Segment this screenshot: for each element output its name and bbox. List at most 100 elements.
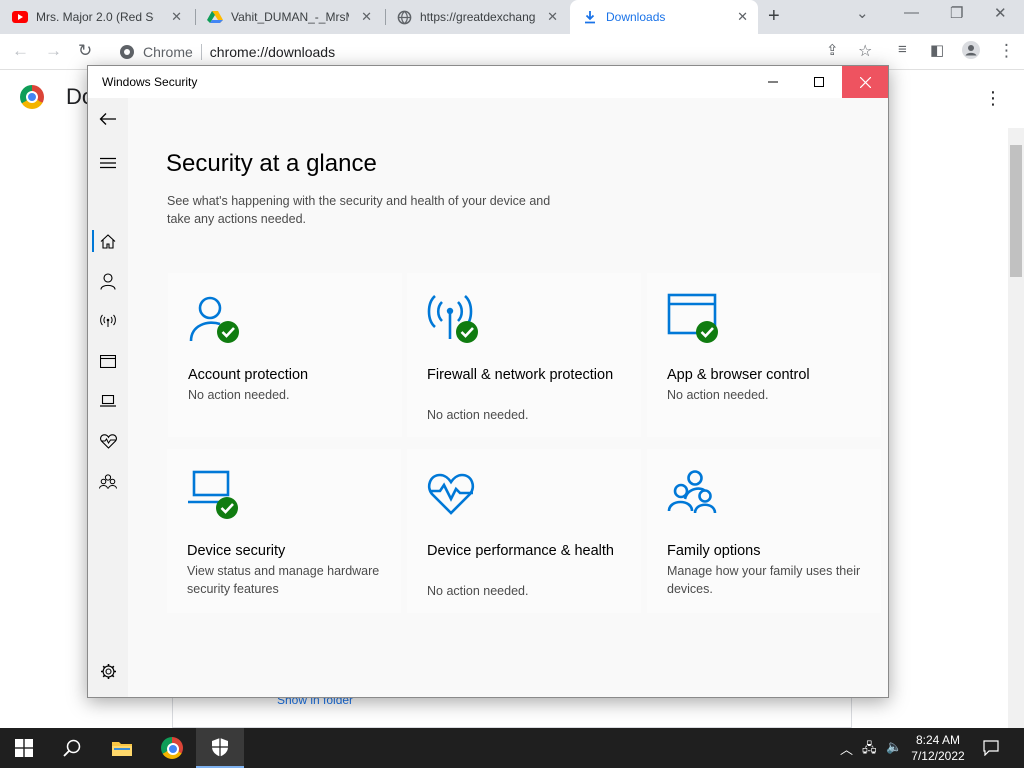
family-options-nav-icon[interactable]	[88, 468, 128, 494]
omnibox-site-label: Chrome	[143, 44, 193, 60]
tile-title: Family options	[667, 543, 761, 559]
network-icon[interactable]: 🖧	[862, 739, 877, 761]
tile-status: No action needed.	[427, 408, 529, 422]
tab-title: Downloads	[606, 10, 666, 24]
profile-avatar-icon[interactable]	[962, 41, 980, 64]
security-dashboard: Security at a glance See what's happenin…	[128, 98, 888, 697]
page-subtitle: See what's happening with the security a…	[167, 194, 551, 226]
download-icon	[582, 9, 598, 25]
settings-gear-icon[interactable]	[88, 658, 128, 684]
drive-icon	[207, 9, 223, 25]
start-button[interactable]	[0, 728, 48, 768]
close-window-icon[interactable]: ✕	[994, 4, 1007, 22]
account-protection-icon	[189, 296, 239, 343]
side-panel-icon[interactable]: ◧	[930, 41, 944, 59]
tile-account-protection[interactable]: Account protection No action needed.	[168, 273, 402, 437]
tile-status: No action needed.	[188, 388, 290, 402]
media-control-icon[interactable]: ≡	[898, 41, 907, 58]
close-icon[interactable]: ✕	[361, 9, 372, 25]
device-security-nav-icon[interactable]	[88, 388, 128, 414]
firewall-nav-icon[interactable]	[88, 308, 128, 334]
downloads-menu-icon[interactable]: ⋮	[984, 88, 1002, 109]
app-browser-control-icon	[667, 293, 718, 343]
tile-device-performance-health[interactable]: Device performance & health No action ne…	[407, 449, 641, 613]
browser-tab-strip: Mrs. Major 2.0 (Red Sc ✕ Vahit_DUMAN_-_M…	[0, 0, 1024, 34]
device-health-icon	[427, 473, 475, 515]
youtube-icon	[12, 9, 28, 25]
device-health-nav-icon[interactable]	[88, 428, 128, 454]
address-bar[interactable]: Chrome chrome://downloads	[107, 37, 887, 67]
hamburger-menu-icon[interactable]	[88, 150, 128, 176]
taskbar-chrome[interactable]	[148, 728, 196, 768]
close-icon[interactable]: ✕	[547, 9, 558, 25]
forward-icon[interactable]: →	[45, 41, 62, 61]
tile-status: No action needed.	[667, 388, 769, 402]
tile-family-options[interactable]: Family options Manage how your family us…	[647, 449, 881, 613]
new-tab-button[interactable]: +	[768, 5, 780, 28]
tile-status: View status and manage hardware security…	[187, 564, 380, 596]
chrome-menu-icon[interactable]: ⋮	[998, 41, 1015, 61]
device-security-icon	[188, 470, 238, 519]
tile-app-browser-control[interactable]: App & browser control No action needed.	[647, 273, 881, 437]
navigation-rail	[88, 98, 128, 697]
share-icon[interactable]: ⇪	[826, 41, 839, 59]
clock-date: 7/12/2022	[911, 749, 965, 763]
windows-taskbar: ︿ 🖧 🔈 8:24 AM 7/12/2022	[0, 728, 1024, 768]
tile-status: Manage how your family uses their device…	[667, 564, 861, 596]
close-icon[interactable]: ✕	[171, 9, 182, 25]
tab-search-icon[interactable]: ⌄	[856, 4, 869, 22]
maximize-button[interactable]	[796, 66, 842, 98]
chrome-logo-icon	[20, 85, 44, 109]
chevron-up-icon[interactable]: ︿	[840, 739, 853, 758]
tile-title: Device performance & health	[427, 543, 614, 559]
taskbar-search-button[interactable]	[48, 728, 96, 768]
chrome-icon	[161, 737, 183, 759]
tile-title: App & browser control	[667, 367, 810, 383]
windows-logo-icon	[15, 739, 33, 757]
window-titlebar[interactable]: Windows Security	[88, 66, 888, 98]
scrollbar-thumb[interactable]	[1010, 145, 1022, 277]
downloads-header: Do	[20, 84, 94, 110]
clock-time: 8:24 AM	[915, 733, 961, 747]
tab-youtube[interactable]: Mrs. Major 2.0 (Red Sc ✕	[12, 0, 192, 34]
omnibox-url: chrome://downloads	[209, 44, 336, 60]
action-center-button[interactable]	[968, 728, 1014, 768]
tab-drive[interactable]: Vahit_DUMAN_-_MrsM ✕	[207, 0, 382, 34]
minimize-icon[interactable]: —	[904, 4, 919, 21]
shield-icon	[212, 738, 228, 757]
tile-device-security[interactable]: Device security View status and manage h…	[167, 449, 401, 613]
tab-title: Vahit_DUMAN_-_MrsM	[231, 10, 349, 24]
tile-title: Device security	[187, 543, 286, 559]
windows-security-window: Windows Security Security at a glance Se…	[87, 65, 889, 698]
bookmark-star-icon[interactable]: ☆	[858, 41, 872, 61]
tile-firewall-network-protection[interactable]: Firewall & network protection No action …	[407, 273, 641, 437]
close-button[interactable]	[842, 66, 888, 98]
reload-icon[interactable]: ↻	[78, 41, 92, 61]
notification-icon	[983, 740, 999, 756]
globe-icon	[396, 9, 412, 25]
folder-icon	[112, 742, 132, 756]
page-title: Security at a glance	[166, 150, 377, 177]
restore-icon[interactable]: ❐	[950, 4, 963, 22]
taskbar-file-explorer[interactable]	[98, 728, 146, 768]
tab-downloads[interactable]: Downloads ✕	[570, 0, 758, 34]
tab-title: https://greatdexchang	[420, 10, 536, 24]
tile-status: No action needed.	[427, 584, 529, 598]
app-browser-nav-icon[interactable]	[88, 348, 128, 374]
volume-icon[interactable]: 🔈	[886, 739, 902, 755]
tab-greatdexchange[interactable]: https://greatdexchang ✕	[396, 0, 568, 34]
chrome-site-icon	[119, 44, 135, 63]
family-options-icon	[667, 470, 717, 514]
close-icon[interactable]: ✕	[737, 9, 748, 25]
firewall-icon	[427, 295, 478, 343]
minimize-button[interactable]	[750, 66, 796, 98]
taskbar-windows-security[interactable]	[196, 728, 244, 768]
window-title: Windows Security	[102, 75, 198, 89]
tile-title: Firewall & network protection	[427, 367, 614, 383]
account-protection-nav-icon[interactable]	[88, 268, 128, 294]
back-arrow-icon[interactable]	[88, 106, 128, 132]
back-icon[interactable]: ←	[12, 41, 29, 61]
search-icon	[63, 739, 81, 757]
system-clock[interactable]: 8:24 AM 7/12/2022	[906, 732, 970, 764]
home-icon[interactable]	[88, 228, 128, 254]
